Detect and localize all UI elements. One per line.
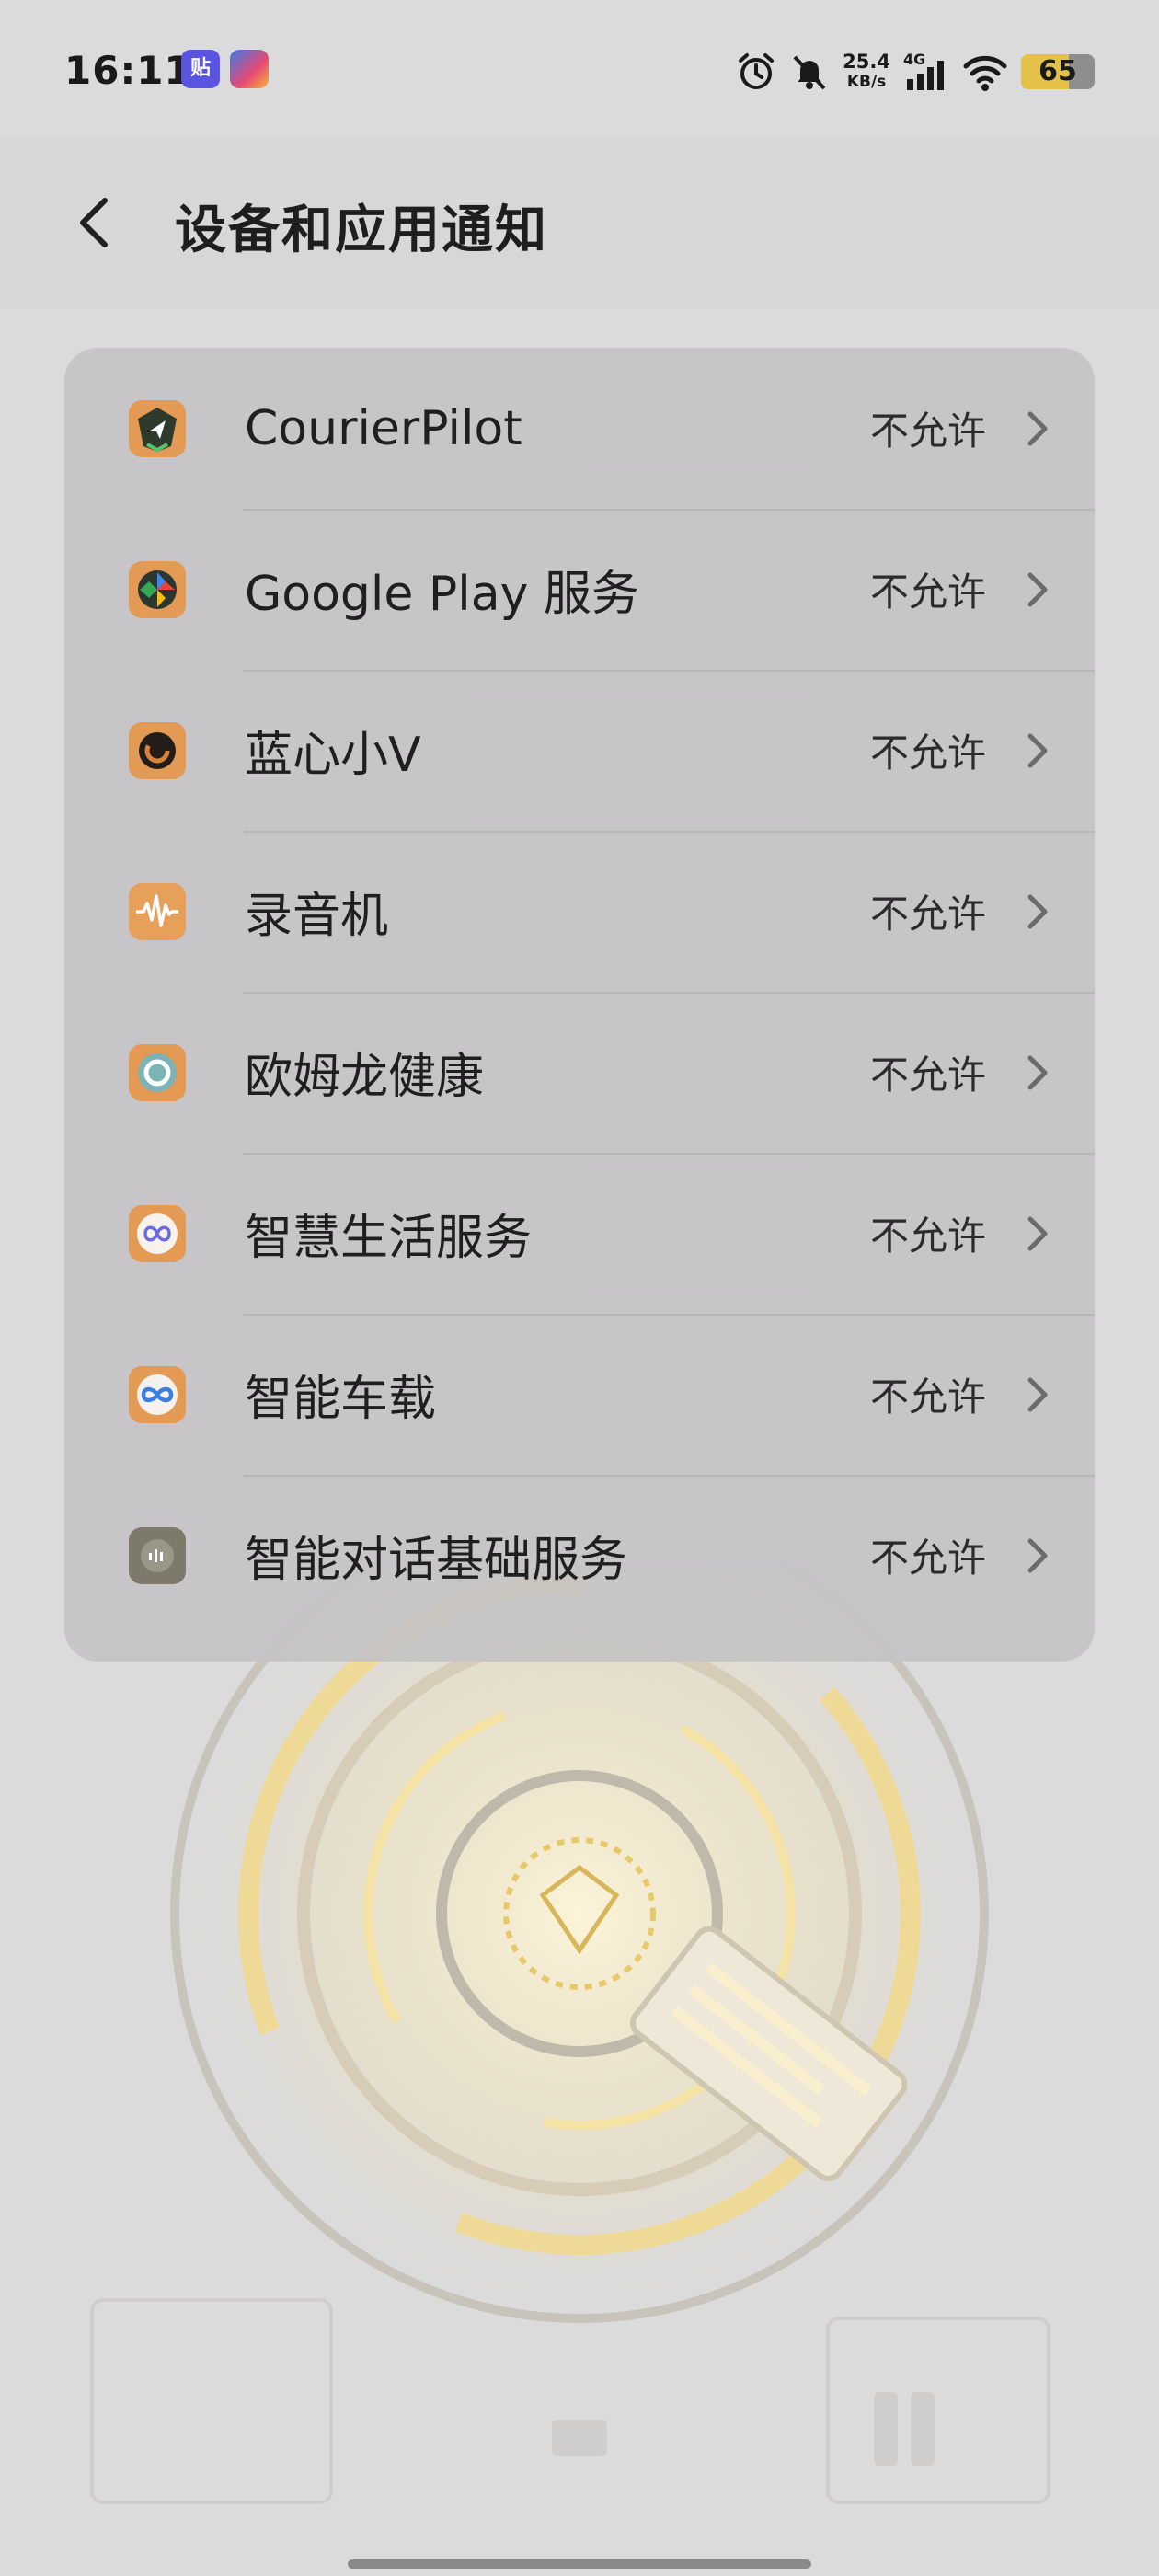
smart-car-icon bbox=[129, 1365, 186, 1423]
chevron-right-icon bbox=[1027, 733, 1048, 767]
list-item-smart-car[interactable]: 智能车载 不允许 bbox=[64, 1314, 1095, 1475]
notification-status: 不允许 bbox=[869, 891, 986, 937]
chevron-right-icon bbox=[1027, 894, 1048, 928]
app-name: 欧姆龙健康 bbox=[245, 1050, 485, 1105]
chevron-right-icon bbox=[1027, 411, 1048, 445]
wifi-icon bbox=[962, 52, 1008, 92]
wallpaper-artwork bbox=[90, 1564, 1050, 2504]
chevron-right-icon bbox=[1027, 572, 1048, 606]
alarm-icon bbox=[736, 52, 776, 92]
back-arrow-icon bbox=[80, 198, 108, 247]
dialogue-service-icon bbox=[129, 1526, 186, 1584]
notification-status: 不允许 bbox=[869, 730, 986, 776]
app-notification-list: CourierPilot 不允许 Google Play 服务 不允许 蓝心小V… bbox=[64, 348, 1095, 1662]
notification-status: 不允许 bbox=[869, 1535, 986, 1581]
app-name: 录音机 bbox=[245, 889, 389, 944]
back-button[interactable] bbox=[66, 186, 121, 259]
app-name: 智能车载 bbox=[245, 1372, 437, 1427]
recorder-icon bbox=[129, 882, 186, 940]
chevron-right-icon bbox=[1027, 1538, 1048, 1572]
app-name: CourierPilot bbox=[245, 400, 522, 456]
chevron-right-icon bbox=[1027, 1216, 1048, 1250]
notification-status: 不允许 bbox=[869, 1052, 986, 1098]
network-speed: 25.4 KB/s bbox=[843, 51, 890, 91]
status-icons: 25.4 KB/s 4G 65 bbox=[736, 46, 1095, 98]
page-title: 设备和应用通知 bbox=[175, 201, 548, 260]
app-name: 蓝心小V bbox=[245, 728, 421, 783]
notification-status: 不允许 bbox=[869, 569, 986, 615]
list-item-bluecore-v[interactable]: 蓝心小V 不允许 bbox=[64, 670, 1095, 831]
list-item-google-play-services[interactable]: Google Play 服务 不允许 bbox=[64, 509, 1095, 670]
status-bar: 16:11 贴 25.4 KB/s 4G 65 bbox=[0, 0, 1159, 138]
network-type: 4G bbox=[903, 52, 925, 68]
omron-health-icon bbox=[129, 1043, 186, 1101]
list-item-omron-health[interactable]: 欧姆龙健康 不允许 bbox=[64, 992, 1095, 1153]
list-item-dialogue-service[interactable]: 智能对话基础服务 不允许 bbox=[64, 1475, 1095, 1636]
app-name: Google Play 服务 bbox=[245, 567, 639, 622]
list-item-recorder[interactable]: 录音机 不允许 bbox=[64, 831, 1095, 992]
bluecore-v-icon bbox=[129, 721, 186, 779]
battery-percent: 65 bbox=[1039, 55, 1077, 87]
chevron-right-icon bbox=[1027, 1055, 1048, 1089]
list-item-smart-life[interactable]: 智慧生活服务 不允许 bbox=[64, 1153, 1095, 1314]
mute-icon bbox=[789, 52, 830, 92]
battery-icon: 65 bbox=[1021, 54, 1095, 89]
signal-icon: 4G bbox=[903, 52, 949, 92]
game-app-icon bbox=[230, 50, 269, 88]
courierpilot-app-icon bbox=[129, 399, 186, 457]
app-name: 智慧生活服务 bbox=[245, 1211, 533, 1266]
list-item-courierpilot[interactable]: CourierPilot 不允许 bbox=[64, 348, 1095, 509]
chevron-right-icon bbox=[1027, 1377, 1048, 1411]
notification-status: 不允许 bbox=[869, 408, 986, 454]
page-header: 设备和应用通知 bbox=[0, 138, 1159, 308]
notification-status: 不允许 bbox=[869, 1213, 986, 1259]
tieba-app-icon: 贴 bbox=[181, 50, 220, 88]
google-play-services-icon bbox=[129, 560, 186, 618]
status-time: 16:11 bbox=[64, 48, 192, 93]
smart-life-icon bbox=[129, 1204, 186, 1262]
home-indicator[interactable] bbox=[348, 2559, 811, 2569]
app-name: 智能对话基础服务 bbox=[245, 1533, 628, 1588]
notification-status: 不允许 bbox=[869, 1374, 986, 1420]
